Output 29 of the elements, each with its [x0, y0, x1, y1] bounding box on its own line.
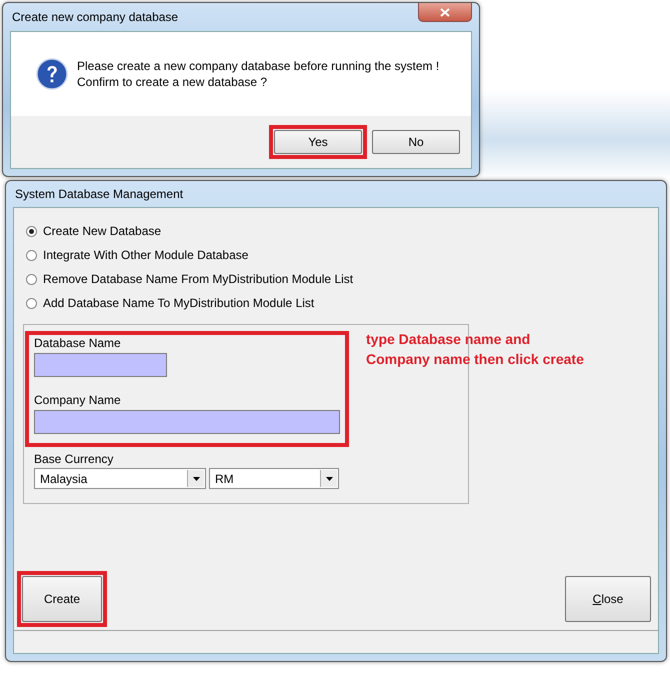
question-icon — [36, 58, 68, 90]
radio-button[interactable] — [26, 226, 37, 236]
input-field[interactable] — [34, 410, 340, 434]
yes-button[interactable]: Yes — [274, 130, 362, 154]
close-button[interactable]: Close — [565, 576, 651, 622]
option-label: Add Database Name To MyDistribution Module List — [43, 296, 314, 310]
dropdown-arrow-icon — [326, 476, 332, 480]
field-label: Database Name — [34, 336, 121, 350]
radio-button[interactable] — [26, 274, 37, 284]
window-title: Create new company database — [11, 10, 178, 24]
option-label: Integrate With Other Module Database — [43, 248, 248, 262]
message-text: Confirm to create a new database ? — [77, 74, 268, 90]
radio-button[interactable] — [26, 298, 37, 308]
dropdown[interactable]: Malaysia — [34, 468, 206, 489]
input-field[interactable] — [34, 353, 167, 377]
close-icon — [440, 8, 450, 16]
create-button[interactable]: Create — [22, 576, 102, 622]
message-text: Please create a new company database before running the system ! — [77, 58, 440, 74]
field-label: Base Currency — [34, 452, 114, 466]
option-label: Create New Database — [43, 224, 162, 238]
annotation-text: type Database name and Company name then click create — [366, 330, 584, 369]
option-label: Remove Database Name From MyDistribution Module List — [43, 272, 354, 286]
field-label: Company Name — [34, 393, 121, 407]
window-title: System Database Management — [14, 187, 184, 201]
dropdown-arrow-icon — [192, 476, 200, 480]
radio-button[interactable] — [26, 250, 37, 260]
dropdown[interactable]: RM — [209, 468, 339, 489]
close-button[interactable] — [418, 3, 472, 22]
no-button[interactable]: No — [372, 130, 460, 154]
